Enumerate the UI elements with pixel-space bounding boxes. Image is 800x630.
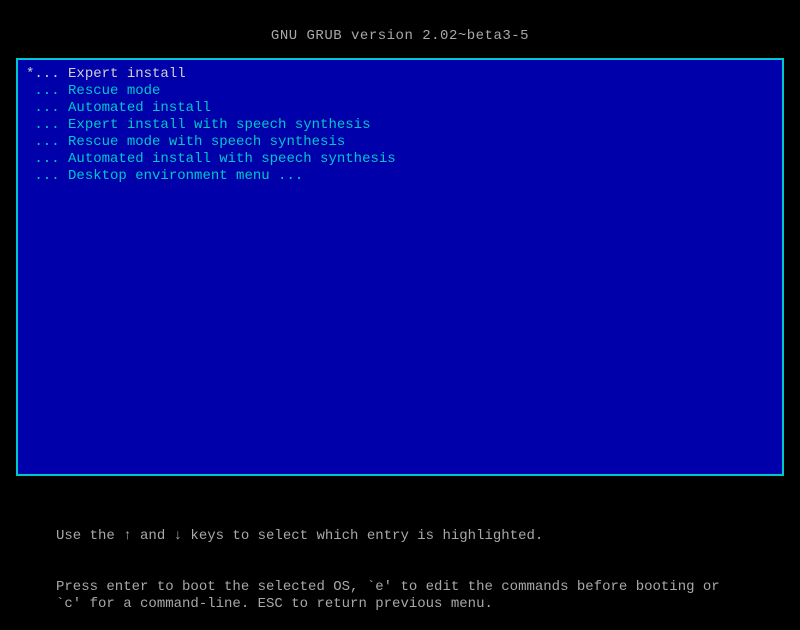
menu-item-prefix: ... [26, 100, 68, 116]
menu-item-prefix: ... [26, 151, 68, 167]
menu-item-rescue-mode-speech[interactable]: ... Rescue mode with speech synthesis [20, 134, 780, 151]
menu-item-prefix: ... [26, 83, 68, 99]
help-line-2: Press enter to boot the selected OS, `e'… [56, 579, 744, 613]
menu-item-label: Expert install [68, 66, 186, 82]
menu-item-desktop-environment[interactable]: ... Desktop environment menu ... [20, 168, 780, 185]
menu-item-prefix: ... [26, 168, 68, 184]
menu-item-automated-install-speech[interactable]: ... Automated install with speech synthe… [20, 151, 780, 168]
grub-title: GNU GRUB version 2.02~beta3-5 [271, 28, 529, 44]
menu-item-label: Automated install [68, 100, 211, 116]
menu-item-prefix: ... [26, 134, 68, 150]
menu-item-label: Rescue mode with speech synthesis [68, 134, 345, 150]
menu-item-label: Automated install with speech synthesis [68, 151, 396, 167]
menu-item-prefix: *... [26, 66, 68, 82]
menu-item-prefix: ... [26, 117, 68, 133]
help-line-1: Use the ↑ and ↓ keys to select which ent… [56, 528, 744, 545]
menu-item-automated-install[interactable]: ... Automated install [20, 100, 780, 117]
grub-header: GNU GRUB version 2.02~beta3-5 [0, 0, 800, 58]
menu-item-label: Desktop environment menu ... [68, 168, 303, 184]
menu-item-label: Expert install with speech synthesis [68, 117, 370, 133]
menu-item-expert-install[interactable]: *... Expert install [20, 66, 780, 83]
help-text: Use the ↑ and ↓ keys to select which ent… [0, 476, 800, 630]
menu-item-rescue-mode[interactable]: ... Rescue mode [20, 83, 780, 100]
menu-item-label: Rescue mode [68, 83, 160, 99]
menu-item-expert-install-speech[interactable]: ... Expert install with speech synthesis [20, 117, 780, 134]
boot-menu: *... Expert install ... Rescue mode ... … [16, 58, 784, 476]
